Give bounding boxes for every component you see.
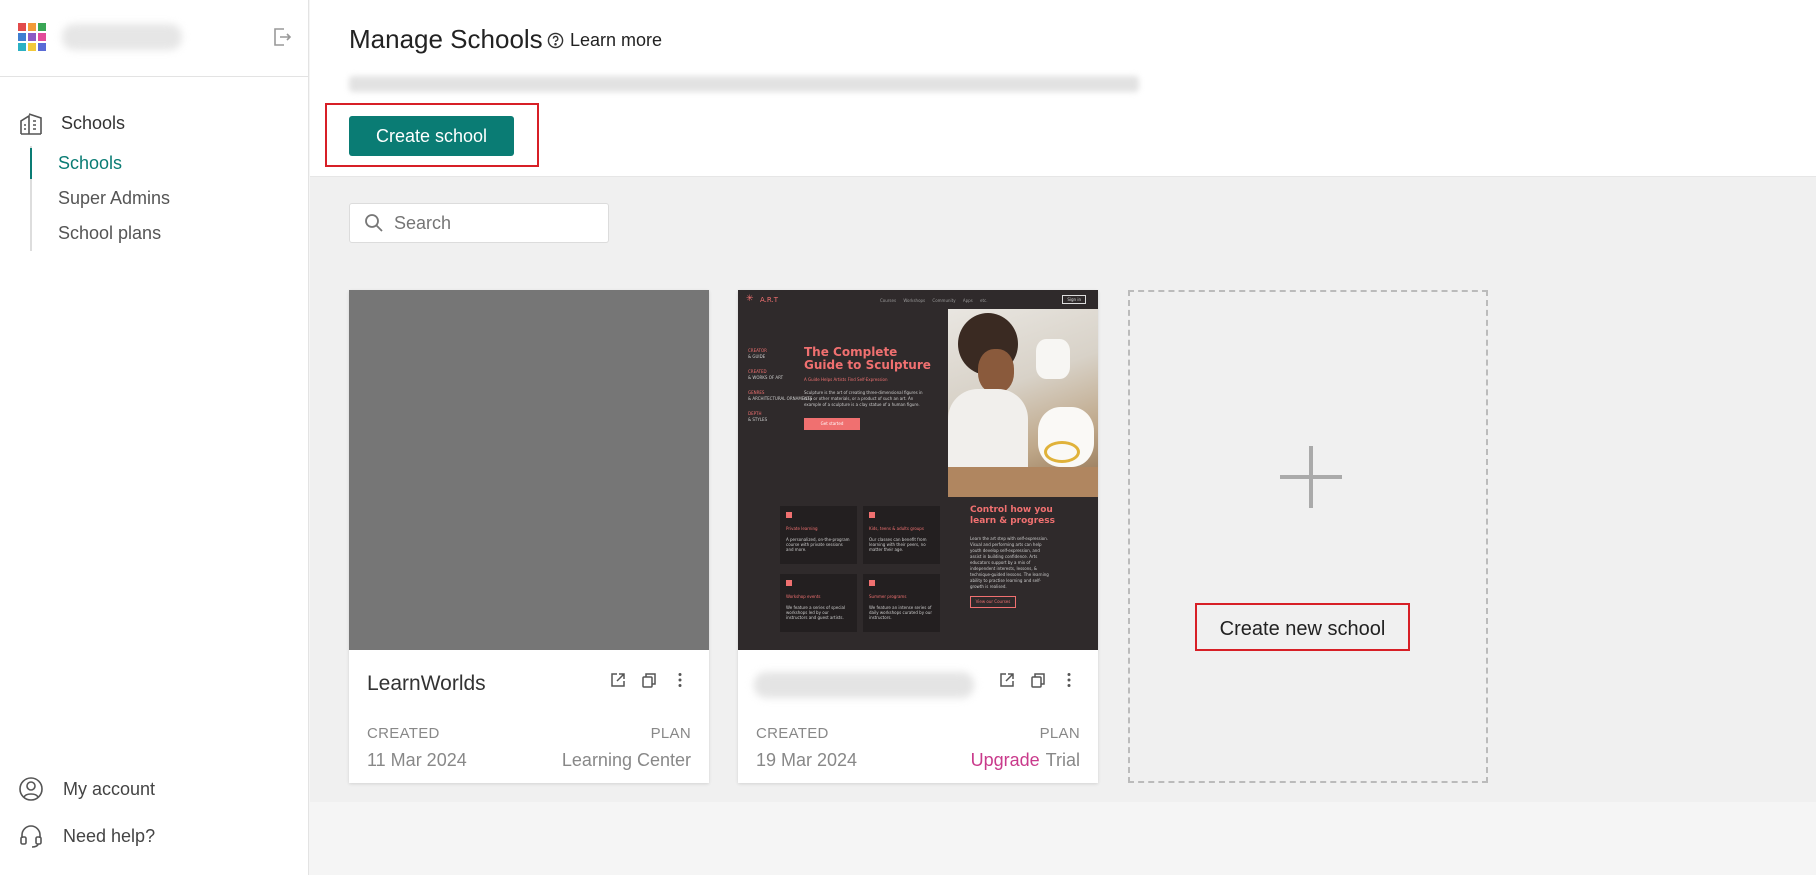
thumb-button-2: View our Courses bbox=[970, 596, 1016, 608]
plan-value: Learning Center bbox=[561, 750, 691, 770]
logo-square bbox=[18, 33, 26, 41]
sidebar-item-super-admins[interactable]: Super Admins bbox=[32, 181, 170, 216]
thumb-side-val: & WORKS OF ART bbox=[748, 375, 784, 380]
thumb-side-val: & GUIDE bbox=[748, 354, 766, 359]
open-external-icon[interactable] bbox=[608, 670, 627, 689]
school-card-footer: CREATED PLAN 19 Mar 2024 Upgrade Trial bbox=[738, 650, 1098, 783]
app-logo[interactable] bbox=[18, 23, 46, 51]
my-account-label: My account bbox=[63, 778, 156, 799]
thumb-button: Get started bbox=[804, 418, 860, 430]
sub-nav: Schools Super Admins School plans bbox=[29, 146, 170, 251]
need-help-link[interactable]: Need help? bbox=[18, 823, 155, 849]
thumb-tile: Summer programs We feature an intense ser… bbox=[863, 574, 940, 632]
collapse-sidebar-icon[interactable] bbox=[270, 25, 294, 49]
search-icon bbox=[365, 214, 383, 232]
more-options-icon[interactable] bbox=[670, 670, 689, 689]
thumb-side-val: & ARCHITECTURAL ORNAMENTS bbox=[748, 396, 813, 401]
created-label: CREATED bbox=[367, 725, 440, 742]
brand-name-redacted bbox=[62, 24, 182, 50]
thumb-nav-links: Courses Workshops Community Apps etc. bbox=[880, 298, 988, 303]
create-new-school-label: Create new school bbox=[1195, 603, 1410, 651]
my-account-link[interactable]: My account bbox=[18, 776, 155, 802]
thumb-tile: Private learning A personalized, on-the-p… bbox=[780, 506, 857, 564]
duplicate-icon[interactable] bbox=[639, 670, 658, 689]
more-options-icon[interactable] bbox=[1059, 670, 1078, 689]
thumb-nav: ✳ A.R.T Courses Workshops Community Apps… bbox=[746, 294, 1090, 310]
logo-square bbox=[38, 23, 46, 31]
logo-square bbox=[28, 23, 36, 31]
school-card[interactable]: ✳ A.R.T Courses Workshops Community Apps… bbox=[738, 290, 1098, 783]
plan-value: Trial bbox=[1045, 750, 1080, 770]
brand-star-icon: ✳ bbox=[746, 294, 754, 304]
thumb-paragraph-2: Learn the art step with self-expression.… bbox=[970, 536, 1049, 589]
thumb-sidebar: CREATOR & GUIDE CREATED & WORKS OF ART GEN… bbox=[748, 348, 812, 432]
nav-section-label: Schools bbox=[61, 112, 126, 133]
school-name-redacted bbox=[754, 672, 974, 698]
thumb-tile: Workshop events We feature a series of sp… bbox=[780, 574, 857, 632]
thumb-heading-2: Control how you learn & progress bbox=[970, 505, 1055, 526]
logo-square bbox=[18, 43, 26, 51]
created-date: 19 Mar 2024 bbox=[756, 750, 858, 770]
logo-square bbox=[38, 33, 46, 41]
sidebar-header bbox=[0, 0, 308, 77]
schools-content: LearnWorlds CREATED PLAN 11 Mar 2024 Lea… bbox=[310, 177, 1816, 802]
school-name: LearnWorlds bbox=[367, 672, 486, 695]
user-circle-icon bbox=[19, 777, 43, 801]
duplicate-icon[interactable] bbox=[1028, 670, 1047, 689]
logo-square bbox=[18, 23, 26, 31]
thumb-paragraph: Sculpture is the art of creating three-d… bbox=[804, 390, 923, 407]
thumb-brand: A.R.T bbox=[760, 296, 779, 304]
nav-section-schools[interactable]: Schools bbox=[18, 110, 125, 136]
school-thumbnail[interactable]: ✳ A.R.T Courses Workshops Community Apps… bbox=[738, 290, 1098, 650]
search-box bbox=[349, 203, 609, 243]
thumb-side-val: & STYLES bbox=[748, 417, 768, 422]
card-actions bbox=[997, 670, 1078, 689]
thumb-tile: Kids, teens & adults groups Our classes c… bbox=[863, 506, 940, 564]
create-school-button[interactable]: Create school bbox=[349, 116, 514, 156]
plan-label: PLAN bbox=[1039, 725, 1080, 742]
plus-icon bbox=[1280, 446, 1342, 508]
building-icon bbox=[20, 113, 42, 135]
page-title: Manage Schools bbox=[349, 24, 543, 54]
learn-more-link[interactable]: Learn more bbox=[547, 30, 662, 51]
help-circle-icon bbox=[547, 32, 564, 49]
logo-square bbox=[38, 43, 46, 51]
learn-more-label: Learn more bbox=[570, 30, 663, 50]
create-new-school-card[interactable]: Create new school bbox=[1128, 290, 1488, 783]
page-header: Manage Schools Learn more Create school bbox=[310, 0, 1816, 177]
school-card[interactable]: LearnWorlds CREATED PLAN 11 Mar 2024 Lea… bbox=[349, 290, 709, 783]
upgrade-link[interactable]: Upgrade bbox=[971, 750, 1040, 770]
logo-square bbox=[28, 43, 36, 51]
screen-description-redacted bbox=[349, 76, 1139, 92]
created-date: 11 Mar 2024 bbox=[367, 750, 467, 770]
search-input[interactable] bbox=[394, 212, 594, 234]
sidebar-item-schools[interactable]: Schools bbox=[29, 146, 170, 181]
plan-label: PLAN bbox=[650, 725, 691, 742]
need-help-label: Need help? bbox=[63, 825, 156, 846]
headset-icon bbox=[20, 825, 42, 848]
thumb-heading: The Complete Guide to Sculpture bbox=[804, 345, 931, 372]
school-card-footer: LearnWorlds CREATED PLAN 11 Mar 2024 Lea… bbox=[349, 650, 709, 783]
school-thumbnail[interactable] bbox=[349, 290, 709, 650]
thumb-subheading: A Guide Helps Artists Find Self-Expressi… bbox=[804, 377, 888, 382]
sidebar: Schools Schools Super Admins School plan… bbox=[0, 0, 309, 875]
open-external-icon[interactable] bbox=[997, 670, 1016, 689]
created-label: CREATED bbox=[756, 725, 829, 742]
sidebar-item-school-plans[interactable]: School plans bbox=[32, 216, 170, 251]
thumb-signin: Sign in bbox=[1062, 295, 1086, 304]
card-actions bbox=[608, 670, 689, 689]
logo-square bbox=[28, 33, 36, 41]
thumb-photo bbox=[948, 309, 1098, 497]
plan-value-group: Upgrade Trial bbox=[971, 750, 1080, 771]
